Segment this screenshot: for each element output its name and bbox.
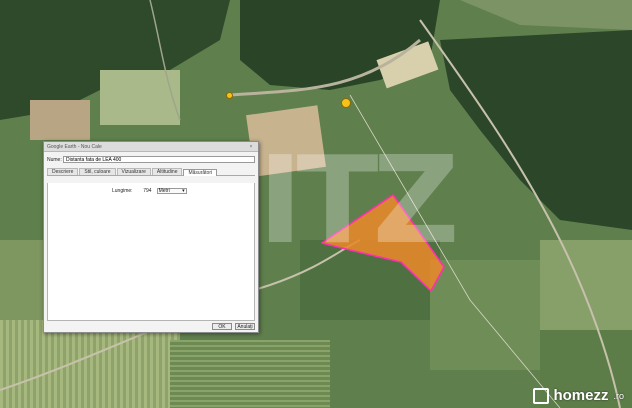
close-icon[interactable]: × (247, 144, 255, 150)
field-area (30, 100, 90, 140)
name-label: Nume: (47, 156, 62, 163)
tab-bar: Descriere Stil, culoare Vizualizare Alti… (47, 168, 255, 176)
dialog-buttons: OK Anulați (212, 323, 255, 330)
field-area (0, 240, 45, 320)
brand-suffix: .ro (613, 390, 624, 401)
field-area (430, 260, 550, 370)
tab-altitude[interactable]: Altitudine (151, 168, 183, 175)
length-value: 794 (143, 188, 152, 194)
length-label: Lungime: (112, 188, 133, 194)
brand-name: homezz (553, 387, 609, 404)
location-pin-icon[interactable] (341, 98, 351, 108)
tab-style-color[interactable]: Stil, culoare (79, 168, 116, 175)
tab-description[interactable]: Descriere (47, 168, 79, 175)
unit-select[interactable]: Metri ▾ (156, 188, 187, 194)
ok-button[interactable]: OK (212, 323, 232, 330)
name-input[interactable] (63, 156, 255, 163)
dialog-titlebar[interactable]: Google Earth - Nou Cale × (44, 142, 258, 152)
unit-select-value: Metri (158, 188, 170, 194)
measurements-panel: Lungime: 794 Metri ▾ (47, 183, 255, 321)
field-area (540, 240, 632, 330)
location-pin-icon[interactable] (226, 92, 233, 99)
field-area (170, 340, 330, 408)
dialog-title: Google Earth - Nou Cale (47, 143, 102, 150)
tab-view[interactable]: Vizualizare (116, 168, 151, 175)
cancel-button[interactable]: Anulați (235, 323, 255, 330)
path-properties-dialog: Google Earth - Nou Cale × Nume: Descrier… (43, 141, 259, 333)
field-area (0, 320, 180, 408)
brand-logo: homezz .ro (533, 387, 624, 404)
length-row: Lungime: 794 Metri ▾ (112, 188, 187, 194)
tab-measurements[interactable]: Măsurători (183, 169, 218, 176)
chevron-down-icon: ▾ (182, 188, 185, 194)
name-row: Nume: (44, 152, 258, 165)
house-icon (533, 387, 550, 404)
